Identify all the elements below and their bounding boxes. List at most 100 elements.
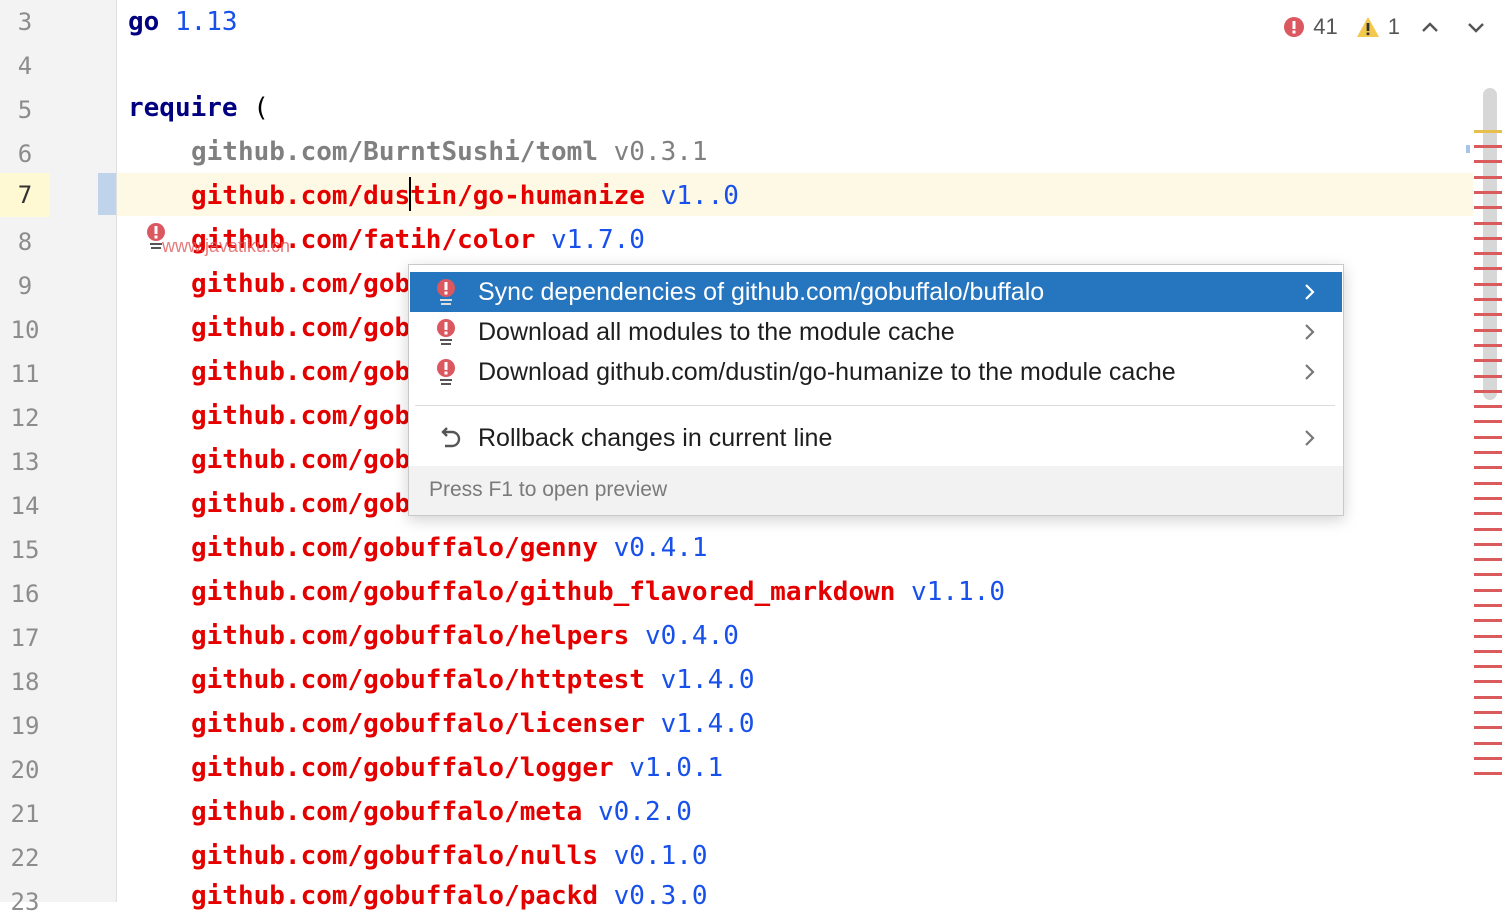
error-stripe-mark[interactable]	[1474, 635, 1502, 638]
code-line[interactable]: github.com/gob	[191, 350, 410, 394]
code-line[interactable]: github.com/BurntSushi/toml v0.3.1	[191, 130, 708, 174]
popup-item-sync-dependencies[interactable]: Sync dependencies of github.com/gobuffal…	[410, 272, 1342, 312]
popup-item-download-module[interactable]: Download github.com/dustin/go-humanize t…	[410, 352, 1342, 392]
popup-separator	[415, 405, 1335, 406]
error-stripe-mark[interactable]	[1474, 252, 1502, 255]
error-stripe-mark[interactable]	[1474, 145, 1502, 148]
error-stripe-mark[interactable]	[1474, 772, 1502, 775]
version: v1..0	[644, 181, 739, 211]
line-number: 3	[17, 8, 33, 36]
error-stripe-mark[interactable]	[1474, 680, 1502, 683]
version: 1.13	[159, 7, 238, 37]
code-line[interactable]: github.com/gob	[191, 394, 410, 438]
text-caret	[409, 177, 411, 211]
error-stripe-mark[interactable]	[1474, 696, 1502, 699]
error-stripe-mark[interactable]	[1474, 313, 1502, 316]
error-stripe-mark[interactable]	[1474, 512, 1502, 515]
keyword: go	[128, 7, 160, 37]
changed-line-marker[interactable]	[98, 173, 116, 215]
error-stripe-mark[interactable]	[1474, 543, 1502, 546]
error-bulb-icon	[436, 358, 476, 386]
chevron-up-icon[interactable]	[1418, 15, 1442, 39]
error-stripe-mark[interactable]	[1474, 589, 1502, 592]
error-stripe-mark[interactable]	[1474, 191, 1502, 194]
version: v1.4.0	[644, 709, 755, 739]
code-line[interactable]: github.com/gobuffalo/licenser v1.4.0	[191, 702, 755, 746]
error-stripe-mark[interactable]	[1474, 482, 1502, 485]
error-stripe-mark[interactable]	[1474, 742, 1502, 745]
code-line[interactable]: github.com/gob	[191, 262, 410, 306]
error-stripe-mark[interactable]	[1474, 298, 1502, 301]
module-path: github.com/gobuffalo/packd	[191, 881, 598, 911]
popup-item-rollback[interactable]: Rollback changes in current line	[410, 418, 1342, 458]
error-stripe-mark[interactable]	[1474, 665, 1502, 668]
error-stripe-mark[interactable]	[1474, 757, 1502, 760]
code-line[interactable]: github.com/dustin/go-humanize v1..0	[191, 174, 739, 218]
error-stripe-mark[interactable]	[1474, 160, 1502, 163]
version: v1.0.1	[613, 753, 724, 783]
line-number: 22	[10, 844, 40, 872]
error-stripe-mark[interactable]	[1474, 267, 1502, 270]
scrollbar-thumb[interactable]	[1483, 88, 1497, 400]
error-stripe-mark[interactable]	[1474, 604, 1502, 607]
code-line[interactable]: go 1.13	[128, 0, 238, 44]
code-line[interactable]: github.com/gob	[191, 438, 410, 482]
error-stripe-mark[interactable]	[1474, 558, 1502, 561]
error-stripe-mark[interactable]	[1474, 237, 1502, 240]
error-stripe-mark[interactable]	[1474, 420, 1502, 423]
code-line[interactable]: github.com/gobuffalo/github_flavored_mar…	[191, 570, 1005, 614]
version: v1.4.0	[644, 665, 755, 695]
error-stripe-mark[interactable]	[1474, 726, 1502, 729]
code-line[interactable]: github.com/gobuffalo/genny v0.4.1	[191, 526, 708, 570]
error-stripe-mark[interactable]	[1474, 283, 1502, 286]
error-stripe-mark[interactable]	[1474, 711, 1502, 714]
change-stripe-mark	[1466, 145, 1470, 153]
line-number: 11	[10, 360, 40, 388]
line-number: 6	[17, 140, 33, 168]
code-line[interactable]: github.com/gobuffalo/logger v1.0.1	[191, 746, 723, 790]
error-stripe-mark[interactable]	[1474, 436, 1502, 439]
code-line[interactable]: github.com/gobuffalo/nulls v0.1.0	[191, 834, 708, 878]
module-path: github.com/gobuffalo/meta	[191, 797, 583, 827]
popup-footer: Press F1 to open preview	[409, 466, 1343, 515]
module-path: github.com/gobuffalo/genny	[191, 533, 598, 563]
error-stripe-mark[interactable]	[1474, 466, 1502, 469]
error-stripe-mark[interactable]	[1474, 451, 1502, 454]
code-line[interactable]: github.com/gobuffalo/helpers v0.4.0	[191, 614, 739, 658]
line-number: 21	[10, 800, 40, 828]
code-line[interactable]: github.com/gobuffalo/httptest v1.4.0	[191, 658, 755, 702]
line-number: 23	[10, 888, 40, 916]
line-number: 14	[10, 492, 40, 520]
code-line[interactable]: github.com/gobuffalo/packd v0.3.0	[191, 874, 708, 918]
error-stripe-mark[interactable]	[1474, 375, 1502, 378]
error-stripe-mark[interactable]	[1474, 344, 1502, 347]
error-stripe-mark[interactable]	[1474, 359, 1502, 362]
popup-footer-hint: Press F1 to open preview	[429, 478, 668, 501]
chevron-right-icon	[1290, 428, 1330, 448]
error-count: 41	[1313, 14, 1338, 39]
chevron-down-icon[interactable]	[1464, 15, 1488, 39]
error-stripe-mark[interactable]	[1474, 650, 1502, 653]
module-path: github.com/gob	[191, 489, 411, 519]
error-stripe-mark[interactable]	[1474, 329, 1502, 332]
error-stripe-mark[interactable]	[1474, 497, 1502, 500]
code-line[interactable]: github.com/gobuffalo/meta v0.2.0	[191, 790, 692, 834]
error-stripe-mark[interactable]	[1474, 390, 1502, 393]
code-line[interactable]: github.com/gob	[191, 482, 410, 526]
code-line[interactable]: github.com/gob	[191, 306, 410, 350]
error-stripe-mark[interactable]	[1474, 573, 1502, 576]
error-stripe-mark[interactable]	[1474, 619, 1502, 622]
warning-icon	[1356, 17, 1379, 37]
error-stripe-mark[interactable]	[1474, 222, 1502, 225]
version: v0.1.0	[598, 841, 708, 871]
error-stripe-mark[interactable]	[1474, 528, 1502, 531]
warning-stripe-mark[interactable]	[1474, 130, 1502, 133]
error-stripe-mark[interactable]	[1474, 176, 1502, 179]
error-stripe-mark[interactable]	[1474, 405, 1502, 408]
version: v0.4.1	[598, 533, 708, 563]
code-line[interactable]: require (	[128, 86, 269, 130]
inspection-widget[interactable]: 41 1	[1283, 12, 1488, 42]
line-number: 4	[17, 52, 33, 80]
popup-item-download-all[interactable]: Download all modules to the module cache	[410, 312, 1342, 352]
error-stripe-mark[interactable]	[1474, 206, 1502, 209]
